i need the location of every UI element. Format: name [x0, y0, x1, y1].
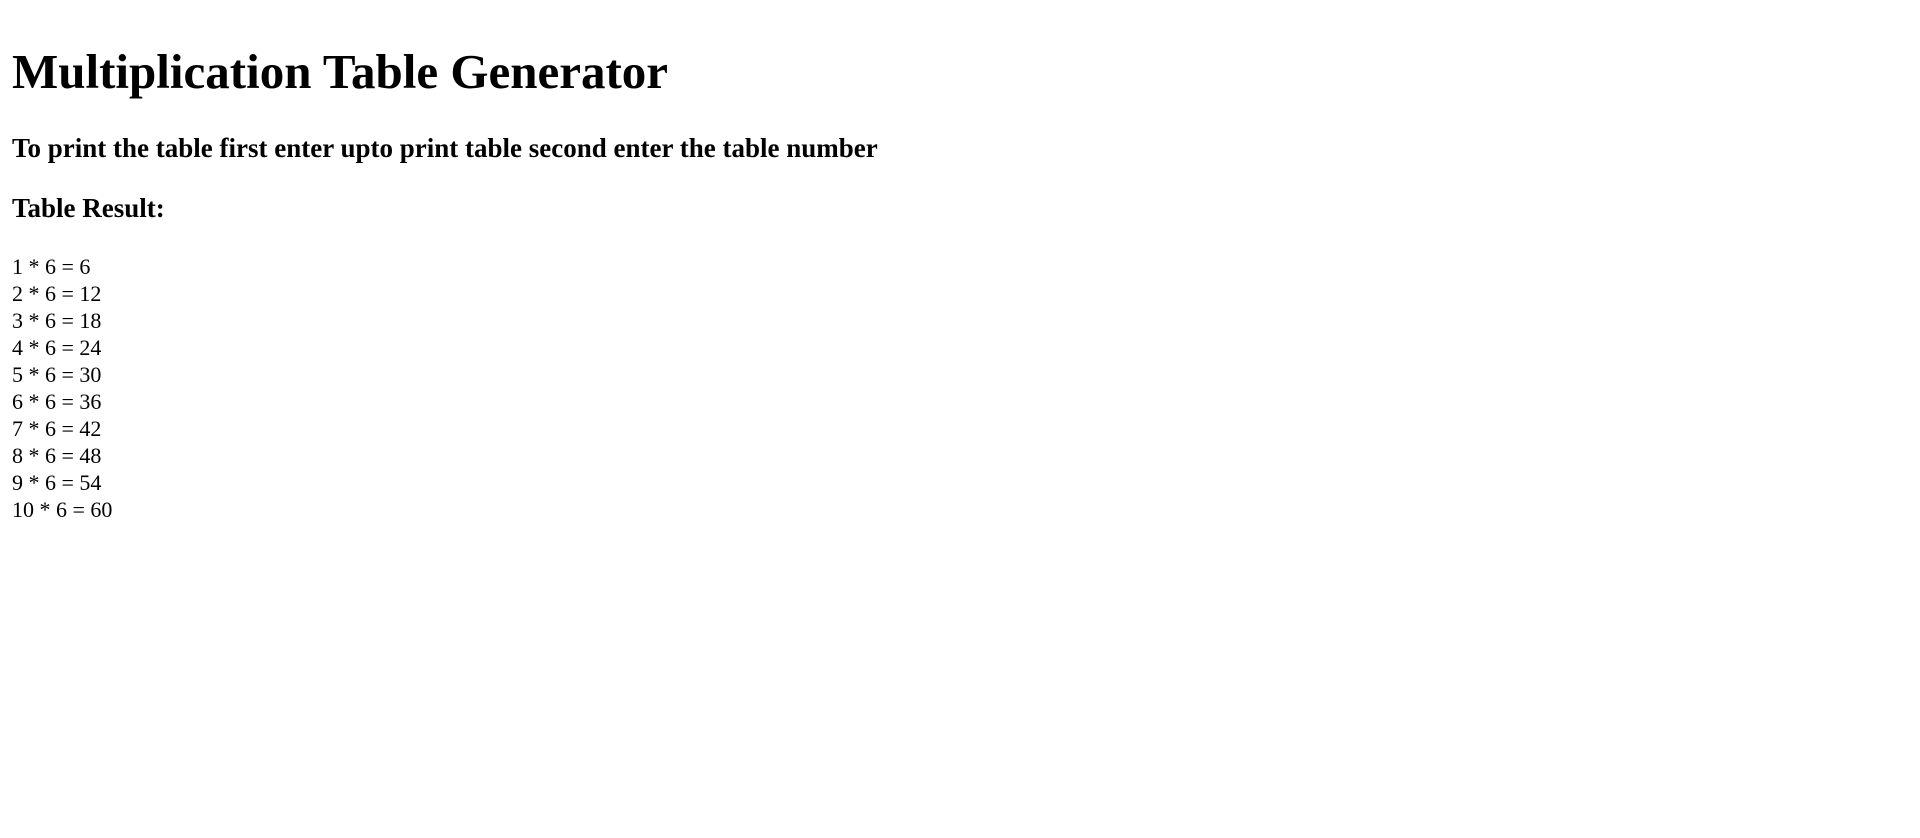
table-result-line: 6 * 6 = 36 [12, 389, 102, 414]
table-result-list: 1 * 6 = 6 2 * 6 = 12 3 * 6 = 18 4 * 6 = … [12, 253, 112, 523]
table-result-line: 1 * 6 = 6 [12, 254, 91, 279]
table-result-line: 8 * 6 = 48 [12, 443, 102, 468]
table-result-line: 7 * 6 = 42 [12, 416, 102, 441]
table-result-line: 9 * 6 = 54 [12, 470, 102, 495]
table-result-line: 10 * 6 = 60 [12, 497, 113, 522]
instructions-text: To print the table first enter upto prin… [12, 133, 878, 163]
table-result-line: 3 * 6 = 18 [12, 308, 102, 333]
table-result-heading: Table Result: [12, 193, 165, 223]
page-container: Multiplication Table Generator To print … [0, 0, 1920, 838]
table-result-line: 4 * 6 = 24 [12, 335, 102, 360]
page-title: Multiplication Table Generator [12, 44, 669, 99]
table-result-line: 2 * 6 = 12 [12, 281, 102, 306]
table-result-line: 5 * 6 = 30 [12, 362, 102, 387]
